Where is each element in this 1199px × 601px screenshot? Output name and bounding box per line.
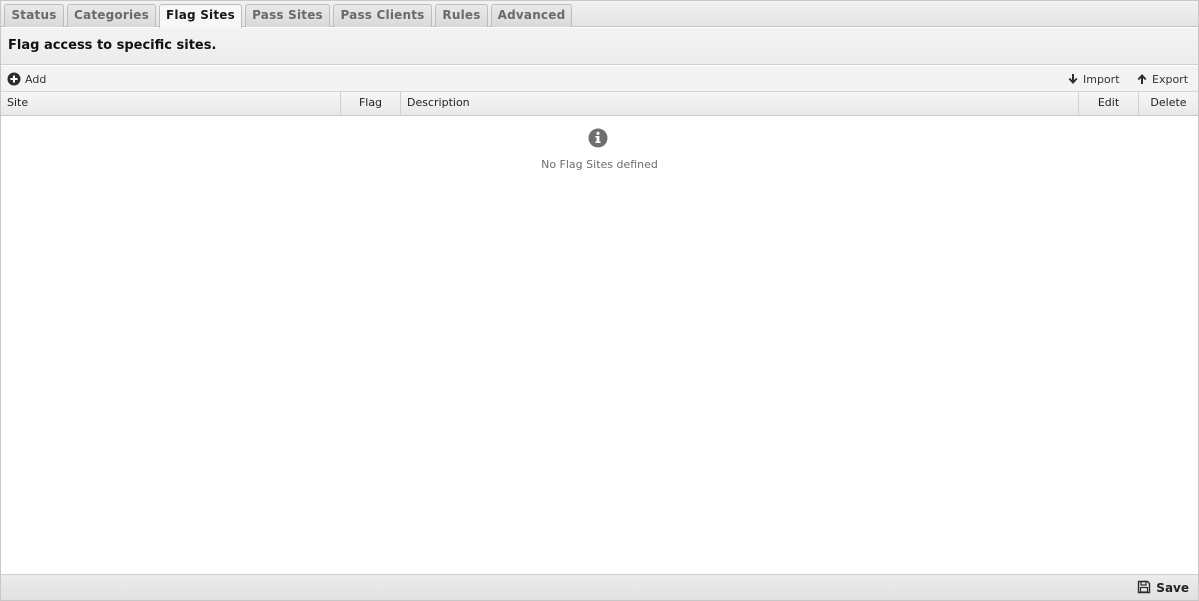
save-button-label: Save xyxy=(1156,581,1189,595)
page-title: Flag access to specific sites. xyxy=(8,38,217,53)
column-header-edit[interactable]: Edit xyxy=(1079,92,1139,115)
save-button[interactable]: Save xyxy=(1137,580,1189,596)
grid-toolbar: Add Import Export xyxy=(1,66,1198,92)
tab-bar: Status Categories Flag Sites Pass Sites … xyxy=(1,1,1198,28)
add-button-label: Add xyxy=(25,72,47,86)
column-header-delete[interactable]: Delete xyxy=(1139,92,1198,115)
arrow-down-icon xyxy=(1067,73,1079,85)
tab-status[interactable]: Status xyxy=(4,4,64,27)
floppy-disk-icon xyxy=(1137,580,1151,597)
tab-pass-clients[interactable]: Pass Clients xyxy=(333,4,432,27)
column-header-site[interactable]: Site xyxy=(1,92,341,115)
grid-header: Site Flag Description Edit Delete xyxy=(1,92,1198,116)
tab-rules[interactable]: Rules xyxy=(435,4,488,27)
flag-sites-panel: Status Categories Flag Sites Pass Sites … xyxy=(0,0,1199,601)
tab-pass-sites[interactable]: Pass Sites xyxy=(245,4,330,27)
arrow-up-icon xyxy=(1136,73,1148,85)
export-button[interactable]: Export xyxy=(1136,70,1188,88)
plus-circle-icon xyxy=(7,72,21,86)
column-header-flag[interactable]: Flag xyxy=(341,92,401,115)
tab-flag-sites[interactable]: Flag Sites xyxy=(159,4,242,28)
info-circle-icon xyxy=(588,128,608,148)
add-button[interactable]: Add xyxy=(7,70,46,88)
tab-categories[interactable]: Categories xyxy=(67,4,156,27)
import-button-label: Import xyxy=(1083,72,1120,86)
empty-state-message: No Flag Sites defined xyxy=(541,158,658,171)
footer-bar: Save xyxy=(1,574,1198,600)
column-header-description[interactable]: Description xyxy=(401,92,1079,115)
import-button[interactable]: Import xyxy=(1067,70,1120,88)
export-button-label: Export xyxy=(1152,72,1189,86)
tab-advanced[interactable]: Advanced xyxy=(491,4,572,27)
heading-strip: Flag access to specific sites. xyxy=(1,28,1198,65)
